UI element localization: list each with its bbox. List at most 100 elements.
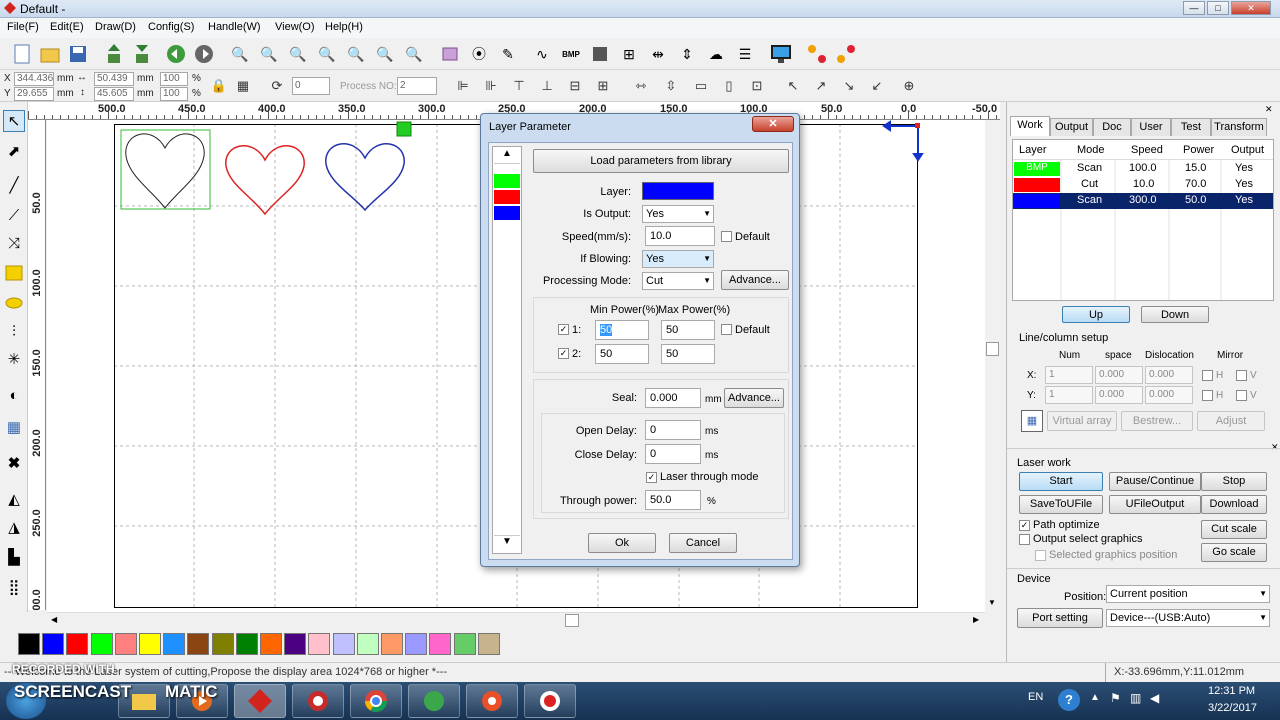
minimize-button[interactable]: — — [1183, 1, 1205, 15]
palette-swatch[interactable] — [260, 633, 282, 655]
speed-default-checkbox[interactable] — [721, 231, 732, 242]
taskbar-app-red-icon[interactable] — [292, 684, 344, 718]
grid-icon[interactable]: ▦ — [232, 75, 254, 97]
node-edit-tool-icon[interactable]: ⬈ — [3, 140, 25, 162]
output-select-checkbox[interactable] — [1019, 534, 1030, 545]
redo-icon[interactable] — [192, 42, 216, 66]
menu-edit[interactable]: Edit(E) — [50, 21, 84, 33]
zoom-out-icon[interactable]: 🔍 — [286, 42, 310, 66]
vertical-scrollbar[interactable]: ▼ — [985, 120, 1000, 612]
pause-continue-button[interactable]: Pause/Continue — [1109, 472, 1201, 491]
monitor-icon[interactable] — [769, 42, 793, 66]
power1-max-input[interactable]: 50 — [661, 320, 715, 340]
selected-position-checkbox[interactable] — [1035, 550, 1046, 561]
align-right-icon[interactable]: ⊪ — [480, 75, 502, 97]
zoom-select-icon[interactable]: 🔍 — [373, 42, 397, 66]
through-power-input[interactable]: 50.0 — [645, 490, 701, 510]
bitmap-icon[interactable]: BMP — [559, 42, 583, 66]
adjust-button[interactable]: Adjust — [1197, 411, 1265, 431]
menu-config[interactable]: Config(S) — [148, 21, 194, 33]
menu-draw[interactable]: Draw(D) — [95, 21, 136, 33]
rectangle-tool-icon[interactable] — [3, 262, 25, 284]
mirror-h-tool-icon[interactable]: ◭ — [3, 488, 25, 510]
zoom-all-icon[interactable]: 🔍 — [402, 42, 426, 66]
save-icon[interactable] — [66, 42, 90, 66]
palette-swatch[interactable] — [477, 633, 500, 655]
language-indicator[interactable]: EN — [1028, 691, 1043, 703]
tab-work[interactable]: Work — [1010, 116, 1050, 136]
tray-time[interactable]: 12:31 PM — [1208, 685, 1255, 697]
menu-help[interactable]: Help(H) — [325, 21, 363, 33]
palette-swatch[interactable] — [42, 633, 65, 655]
align-center-h-icon[interactable]: ⊟ — [564, 75, 586, 97]
palette-swatch[interactable] — [139, 633, 161, 655]
delete-tool-icon[interactable]: ✖ — [3, 452, 25, 474]
lc-y-mirror-v-checkbox[interactable] — [1236, 390, 1247, 401]
load-library-button[interactable]: Load parameters from library — [533, 149, 789, 173]
vertical-scroll-thumb[interactable] — [986, 342, 999, 356]
palette-swatch[interactable] — [332, 633, 355, 655]
network-tray-icon[interactable]: ▥ — [1130, 691, 1141, 705]
path-optimize-checkbox[interactable]: ✓ — [1019, 520, 1030, 531]
x-field[interactable]: 344.436 — [14, 72, 54, 86]
zoom-plus-icon[interactable]: 🔍 — [257, 42, 281, 66]
mirror-v-tool-icon[interactable]: ◮ — [3, 516, 25, 538]
layer-row-1[interactable]: BMP Scan 100.0 15.0 Yes — [1013, 161, 1273, 177]
palette-swatch[interactable] — [18, 633, 40, 655]
rotate-icon[interactable]: ⟳ — [266, 75, 288, 97]
tab-transform[interactable]: Transform — [1211, 118, 1267, 136]
arrow-sw-icon[interactable]: ↙ — [866, 75, 888, 97]
bitmap-tool-icon[interactable]: ◐ — [3, 384, 25, 406]
same-height-icon[interactable]: ▯ — [718, 75, 740, 97]
zoom-fit-icon[interactable]: 🔍 — [315, 42, 339, 66]
import-icon[interactable] — [102, 42, 126, 66]
align-left-icon[interactable]: ⊫ — [452, 75, 474, 97]
help-tray-icon[interactable]: ? — [1058, 689, 1080, 711]
palette-swatch[interactable] — [187, 633, 210, 655]
laser-dots-2-icon[interactable] — [834, 42, 858, 66]
grid-tool-icon[interactable]: ⣿ — [3, 576, 25, 598]
start-button[interactable]: Start — [1019, 472, 1103, 491]
line-tool-icon[interactable]: ╱ — [3, 174, 25, 196]
palette-swatch[interactable] — [381, 633, 403, 655]
power-default-checkbox[interactable] — [721, 324, 732, 335]
strip-down-icon[interactable]: ▼ — [494, 535, 520, 551]
rectangle-select-icon[interactable] — [438, 42, 462, 66]
scale-x-field[interactable]: 100 — [160, 72, 188, 86]
layer-up-button[interactable]: Up — [1062, 306, 1130, 323]
lc-x-space[interactable]: 0.000 — [1095, 366, 1143, 384]
palette-swatch[interactable] — [453, 633, 476, 655]
select-tool-icon[interactable]: ↖ — [3, 110, 25, 132]
palette-swatch[interactable] — [405, 633, 428, 655]
layer-row-3-selected[interactable]: Scan 300.0 50.0 Yes — [1013, 193, 1273, 209]
blowing-select[interactable]: Yes ▼ — [642, 250, 714, 268]
strip-swatch-red[interactable] — [494, 190, 520, 204]
open-folder-icon[interactable] — [38, 42, 62, 66]
layer-row-2[interactable]: Cut 10.0 70.0 Yes — [1013, 177, 1273, 193]
lock-icon[interactable]: 🔒 — [208, 75, 230, 97]
cut-scale-button[interactable]: Cut scale — [1201, 520, 1267, 539]
ok-button[interactable]: Ok — [588, 533, 656, 553]
cancel-button[interactable]: Cancel — [669, 533, 737, 553]
flag-tray-icon[interactable]: ⚑ — [1110, 691, 1121, 705]
pen-icon[interactable]: ✎ — [496, 42, 520, 66]
virtual-array-button[interactable]: Virtual array — [1047, 411, 1117, 431]
tab-doc[interactable]: Doc — [1093, 118, 1131, 136]
center-icon[interactable]: ⊕ — [898, 75, 920, 97]
align-bottom-icon[interactable]: ⊥ — [536, 75, 558, 97]
align-vertical-icon[interactable]: ⇕ — [675, 42, 699, 66]
tab-output[interactable]: Output — [1050, 118, 1093, 136]
processing-mode-select[interactable]: Cut ▼ — [642, 272, 714, 290]
power2-max-input[interactable]: 50 — [661, 344, 715, 364]
y-field[interactable]: 29.655 — [14, 87, 54, 101]
align-top-icon[interactable]: ⊤ — [508, 75, 530, 97]
taskbar-chrome-icon[interactable] — [350, 684, 402, 718]
horizontal-scrollbar[interactable]: ◀ ▶ — [47, 612, 985, 628]
laser-through-checkbox[interactable]: ✓ — [646, 472, 657, 483]
go-scale-button[interactable]: Go scale — [1201, 543, 1267, 562]
arrow-nw-icon[interactable]: ↖ — [782, 75, 804, 97]
mode-advance-button[interactable]: Advance... — [721, 270, 789, 290]
palette-swatch[interactable] — [211, 633, 234, 655]
height-field[interactable]: 45.605 — [94, 87, 134, 101]
palette-swatch[interactable] — [284, 633, 307, 655]
